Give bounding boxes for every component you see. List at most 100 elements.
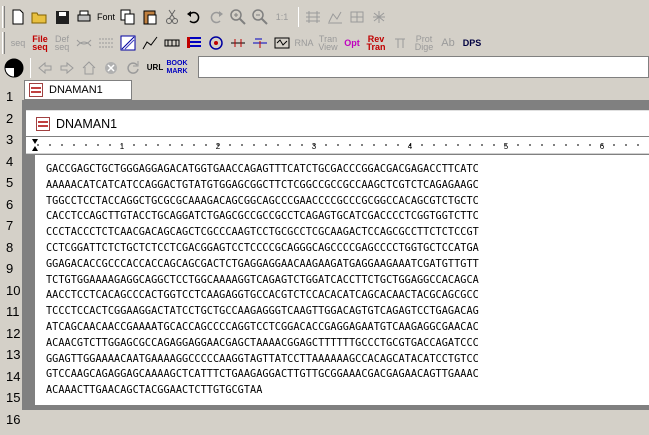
toolbar-grip[interactable] — [2, 32, 5, 54]
ruler-mark-label: 5 — [504, 142, 509, 151]
document-tab-label: DNAMAN1 — [49, 84, 103, 96]
zoom-actual-button[interactable]: 1:1 — [272, 7, 292, 27]
row-number: 15 — [6, 390, 21, 405]
stop-icon[interactable] — [101, 58, 121, 78]
list-tool-icon[interactable] — [184, 33, 204, 53]
dps-button[interactable]: DPS — [460, 33, 484, 53]
forward-arrow-icon[interactable] — [57, 58, 77, 78]
sequence-toolbar: seq File seq Def seq RNA Tran View Opt R… — [0, 30, 649, 56]
pi-icon[interactable] — [390, 33, 410, 53]
opt-button[interactable]: Opt — [342, 33, 362, 53]
rna-button[interactable]: RNA — [294, 33, 314, 53]
dnaman-window: Font 1:1 seq File seq Def seq RNA Tran V… — [0, 0, 649, 435]
rev-tran-button[interactable]: Rev Tran — [364, 33, 388, 53]
tool-d-icon[interactable] — [369, 7, 389, 27]
tool-c-icon[interactable] — [347, 7, 367, 27]
cut-icon[interactable] — [162, 7, 182, 27]
sequence-line: CACCTCCAGCTTGTACCTGCAGGATCTGAGCGCCGCCGCC… — [46, 211, 479, 223]
paste-icon[interactable] — [140, 7, 160, 27]
seq-button[interactable]: seq — [8, 33, 28, 53]
copy-icon[interactable] — [118, 7, 138, 27]
dotplot-icon[interactable] — [118, 33, 138, 53]
tool-a-icon[interactable] — [303, 7, 323, 27]
ruler-mark-label: 6 — [600, 142, 605, 151]
ruler-ticks: 1 2 3 4 5 6 — [32, 139, 639, 151]
ruler-mark-label: 4 — [408, 142, 413, 151]
sequence-line: AACCTCCTCACAGCCCACTGGTCCTCAAGAGGTGCCACGT… — [46, 290, 479, 302]
ruler-mark-label: 1 — [120, 142, 125, 151]
url-button[interactable]: URL — [145, 58, 165, 78]
row-number: 5 — [6, 175, 14, 190]
row-number: 4 — [6, 153, 14, 169]
map-tool-icon[interactable] — [162, 33, 182, 53]
sequence-line: TGGCCTCCTACCAGGCTGCGCGCAAAGACAGCGGCAGCCC… — [46, 195, 479, 207]
toolbar-grip[interactable] — [2, 6, 5, 28]
sequence-line: TCCCTCCACTCGGAAGGACTATCCTGCTGCCAAGAGGGTC… — [46, 306, 479, 318]
sequence-line: ACAAACTTGAACAGCTACGGAACTCTTGTGCGTAA — [46, 385, 263, 397]
ruler-mark-label: 2 — [216, 142, 221, 151]
sequence-line: ATCAGCAACAACCGAAAATGCACCAGCCCCAGGTCCTCGG… — [46, 321, 479, 333]
sequence-line: TCTGTGGAAAAGAGGCAGGCTCCTGGCAAAAGGTCAGAGT… — [46, 274, 479, 286]
dnaman-logo-icon — [4, 58, 24, 78]
row-number: 9 — [6, 261, 14, 276]
sequence-line: AAAAACATCATCATCCAGGACTGTATGTGGAGCGGCTTCT… — [46, 179, 479, 191]
sequence-line: CCCTACCCTCTCAACGACAGCAGCTCGCCCAAGTCCTGCG… — [46, 227, 479, 239]
new-file-icon[interactable] — [8, 7, 28, 27]
toolbar-separator — [30, 58, 31, 78]
tool-b-icon[interactable] — [325, 7, 345, 27]
font-button[interactable]: Font — [96, 7, 116, 27]
row-number: 14 — [6, 368, 21, 384]
sequence-line: GTCCAAGCAGAGGAGCAAAAGCTCATTTCTGAAGAGGACT… — [46, 369, 479, 381]
save-disk-icon[interactable] — [52, 7, 72, 27]
redo-icon[interactable] — [206, 7, 226, 27]
dna-tool-icon[interactable] — [74, 33, 94, 53]
document-tab[interactable]: DNAMAN1 — [24, 80, 132, 100]
gel-icon[interactable] — [272, 33, 292, 53]
sequence-line: GGAGACACCGCCCACCACCAGCAGCGACTCTGAGGAGGAA… — [46, 258, 479, 270]
tran-view-button[interactable]: Tran View — [316, 33, 340, 53]
back-arrow-icon[interactable] — [35, 58, 55, 78]
dna-align-icon[interactable] — [96, 33, 116, 53]
prot-dige-button[interactable]: Prot Dige — [412, 33, 436, 53]
row-number: 8 — [6, 239, 14, 255]
child-window-titlebar[interactable]: DNAMAN1 — [26, 110, 649, 136]
sequence-line: GGAGTTGGAAAACAATGAAAAGGCCCCCAAGGTAGTTATC… — [46, 353, 479, 365]
plasmid-icon[interactable] — [206, 33, 226, 53]
url-input[interactable] — [198, 56, 649, 78]
document-icon — [29, 83, 43, 97]
restriction-icon[interactable] — [228, 33, 248, 53]
refresh-icon[interactable] — [123, 58, 143, 78]
sequence-line: CCTCGGATTCTCTGCTCTCCTCGACGGAGTCCTCCCCGCA… — [46, 242, 479, 254]
row-number: 1 — [6, 89, 14, 104]
ab-button[interactable]: Ab — [438, 33, 458, 53]
primer-icon[interactable] — [250, 33, 270, 53]
row-number: 2 — [6, 110, 14, 126]
row-number: 3 — [6, 132, 14, 147]
sequence-doc-icon — [36, 116, 50, 131]
child-window-title: DNAMAN1 — [56, 116, 118, 131]
def-seq-button[interactable]: Def seq — [52, 33, 72, 53]
undo-icon[interactable] — [184, 7, 204, 27]
file-seq-button[interactable]: File seq — [30, 33, 50, 53]
ruler-mark-label: 3 — [312, 142, 317, 151]
row-number: 16 — [6, 411, 21, 427]
bottom-area — [22, 410, 649, 435]
bookmark-button[interactable]: BOOK MARK — [167, 58, 188, 78]
chart-tool-icon[interactable] — [140, 33, 160, 53]
ruler[interactable]: 1 2 3 4 5 6 — [26, 137, 649, 154]
ruler-margin-marker — [32, 139, 38, 151]
row-number: 12 — [6, 325, 21, 341]
home-icon[interactable] — [79, 58, 99, 78]
sequence-editor[interactable]: GACCGAGCTGCTGGGAGGAGACATGGTGAACCAGAGTTTC… — [34, 155, 649, 405]
row-number: 7 — [6, 218, 14, 233]
open-folder-icon[interactable] — [30, 7, 50, 27]
row-number-gutter: 1 2 3 4 5 6 7 8 9 10 11 12 13 14 15 16 — [0, 86, 22, 430]
zoom-in-icon[interactable] — [228, 7, 248, 27]
main-toolbar: Font 1:1 — [0, 4, 649, 30]
print-icon[interactable] — [74, 7, 94, 27]
toolbar-separator — [298, 7, 299, 27]
row-number: 6 — [6, 196, 14, 212]
zoom-out-icon[interactable] — [250, 7, 270, 27]
row-number: 13 — [6, 347, 21, 362]
row-number: 11 — [6, 304, 20, 319]
